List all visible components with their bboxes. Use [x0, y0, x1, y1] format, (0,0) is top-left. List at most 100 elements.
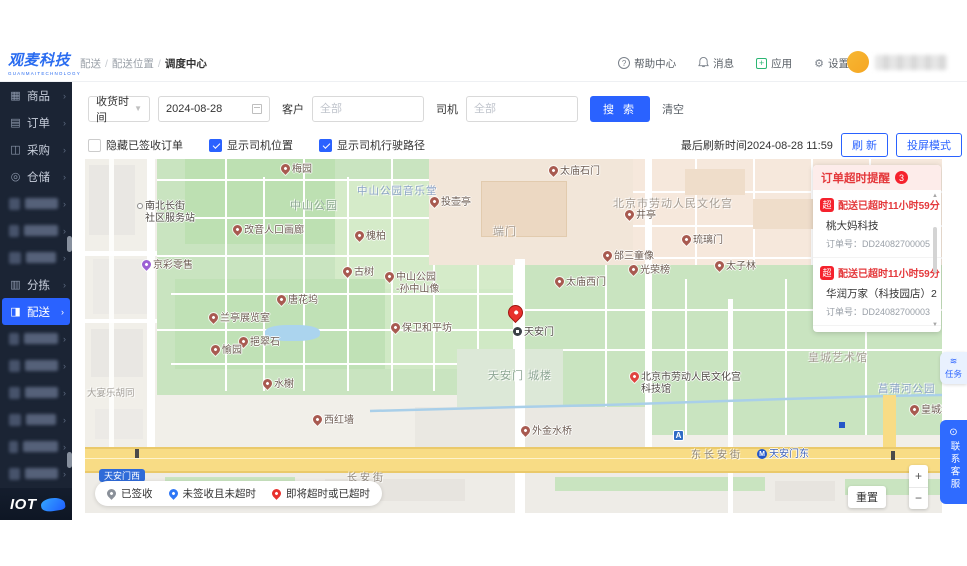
- bell-action[interactable]: 消息: [698, 56, 734, 71]
- time-type-select[interactable]: 收货时间 ▼: [88, 95, 150, 124]
- sidebar-item-采购[interactable]: ◫ 采购 ›: [0, 136, 72, 163]
- show-driver-location-checkbox[interactable]: 显示司机位置: [209, 137, 293, 153]
- hide-signed-checkbox[interactable]: 隐藏已签收订单: [88, 137, 183, 153]
- date-input[interactable]: 2024-08-28: [158, 95, 270, 122]
- sidebar-item-masked[interactable]: ›: [0, 433, 72, 460]
- legend-item: 即将超时或已超时: [270, 486, 370, 501]
- map-poi[interactable]: 北京市劳动人民文化宫 科技馆: [628, 370, 741, 395]
- sidebar-item-订单[interactable]: ▤ 订单 ›: [0, 109, 72, 136]
- sidebar-item-masked[interactable]: ›: [0, 460, 72, 487]
- scroll-down-icon[interactable]: ▼: [931, 322, 939, 328]
- map-area-label: 端门: [493, 226, 517, 238]
- masked-label: [25, 360, 58, 371]
- poi-pin-icon: [513, 327, 522, 336]
- overdue-order-item[interactable]: 超配送已超时11小时59分 华润万家（科技园店）2 订单号：DD2408270000…: [813, 258, 941, 326]
- chevron-right-icon: ›: [63, 468, 66, 479]
- map-reset-button[interactable]: 重置: [848, 486, 886, 508]
- map-area-label: 北京市劳动人民文化宫: [613, 198, 733, 210]
- tasks-panel-button[interactable]: ≋ 任务: [940, 352, 967, 384]
- poi-pin-icon: [137, 203, 143, 209]
- poi-pin-icon: [311, 413, 324, 426]
- poi-label: 唐花坞: [288, 295, 318, 306]
- zoom-in-button[interactable]: +: [909, 465, 928, 488]
- contact-support-button[interactable]: ⊙ 联系客服: [940, 420, 967, 504]
- user-menu[interactable]: [847, 51, 947, 73]
- overdue-order-item[interactable]: 超配送已超时11小时59分 桃大妈科技 订单号：DD24082700005: [813, 190, 941, 258]
- breadcrumb-item[interactable]: 配送位置: [112, 58, 154, 70]
- map-area-label: 大宴乐胡同: [87, 388, 135, 399]
- filter-bar: 收货时间 ▼ 2024-08-28 客户 司机 搜 索 清空: [88, 95, 961, 124]
- map-area-label: 东长安街: [691, 450, 743, 461]
- overdue-order-item[interactable]: 超剩余0分华润万家（科技园店）2: [813, 326, 941, 332]
- sidebar-item-masked[interactable]: ›: [0, 244, 72, 271]
- action-label: 应用: [771, 57, 793, 70]
- map-toolbar: 隐藏已签收订单 显示司机位置 显示司机行驶路径 最后刷新时间2024-08-28…: [88, 133, 962, 157]
- help-action[interactable]: ? 帮助中心: [618, 56, 676, 71]
- poi-label: 古树: [354, 267, 374, 278]
- scroll-up-icon[interactable]: ▲: [931, 193, 939, 199]
- sidebar-item-masked[interactable]: ›: [0, 190, 72, 217]
- clear-button[interactable]: 清空: [662, 101, 684, 117]
- sidebar-item-masked[interactable]: ›: [0, 352, 72, 379]
- sidebar-item-商品[interactable]: ▦ 商品 ›: [0, 82, 72, 109]
- delivery-marker[interactable]: [506, 303, 525, 322]
- masked-icon: [9, 332, 20, 345]
- legend-pin-icon: [166, 487, 180, 500]
- customer-name: 桃大妈科技: [826, 220, 879, 232]
- map-area-label: 菖蒲河公园: [878, 383, 936, 395]
- masked-label: [24, 387, 58, 398]
- chevron-right-icon: ›: [63, 171, 66, 182]
- poi-pin-icon: [428, 195, 441, 208]
- masked-label: [24, 333, 58, 344]
- checkbox-icon[interactable]: [209, 138, 222, 152]
- sidebar-item-label: 商品: [27, 90, 50, 103]
- poi-pin-icon: [908, 403, 921, 416]
- sidebar-footer-logo: IOT: [0, 488, 72, 520]
- search-button[interactable]: 搜 索: [590, 95, 651, 122]
- chevron-right-icon: ›: [63, 252, 66, 263]
- poi-label: 光荣榜: [640, 265, 670, 276]
- map-poi: 中山公园 -孙中山像: [383, 270, 439, 295]
- driver-input[interactable]: [466, 95, 578, 122]
- map-poi: 皇城墙: [908, 403, 942, 417]
- map-canvas[interactable]: 中山公园 中山公园音乐堂 北京市劳动人民文化宫 端门 天安门 城楼 皇城艺术馆 菖蒲河公园东…: [85, 159, 942, 513]
- scrollbar-thumb[interactable]: [933, 227, 937, 273]
- chevron-right-icon: ›: [63, 333, 66, 344]
- panel-scrollbar[interactable]: ▲ ▼: [931, 193, 939, 328]
- sidebar-item-label: 订单: [27, 117, 50, 130]
- gear-action[interactable]: ⚙ 设置: [814, 56, 849, 71]
- sidebar-item-分拣[interactable]: ▥ 分拣 ›: [0, 271, 72, 298]
- cast-mode-button[interactable]: 投屏模式: [896, 133, 962, 157]
- checkbox-icon[interactable]: [319, 138, 332, 152]
- poi-pin-icon: [383, 270, 396, 283]
- show-driver-route-checkbox[interactable]: 显示司机行驶路径: [319, 137, 425, 153]
- poi-label: 外金水桥: [532, 426, 572, 437]
- sidebar: ▦ 商品 › ▤ 订单 › ◫ 采购 › ◎ 仓储 › › › › ▥ 分拣 › ◨ 配送 › › › › › › › IOT: [0, 82, 72, 520]
- avatar[interactable]: [847, 51, 869, 73]
- zoom-out-button[interactable]: −: [909, 488, 928, 510]
- refresh-button[interactable]: 刷 新: [840, 133, 888, 157]
- sidebar-item-masked[interactable]: ›: [0, 379, 72, 406]
- checkbox-icon[interactable]: [88, 138, 101, 152]
- legend-label: 已签收: [121, 488, 153, 500]
- map-poi: 唐花坞: [275, 293, 318, 307]
- sidebar-item-masked[interactable]: ›: [0, 325, 72, 352]
- poi-label: 投壶亭: [441, 197, 471, 208]
- legend-label: 未签收且未超时: [182, 488, 257, 500]
- sidebar-item-仓储[interactable]: ◎ 仓储 ›: [0, 163, 72, 190]
- legend-item: 未签收且未超时: [166, 486, 257, 501]
- bell-icon: [698, 56, 709, 71]
- map-poi: 西红墙: [311, 413, 354, 427]
- sidebar-item-配送[interactable]: ◨ 配送 ›: [2, 298, 70, 325]
- sidebar-item-masked[interactable]: ›: [0, 217, 72, 244]
- masked-label: [23, 441, 58, 452]
- apps-action[interactable]: + 应用: [756, 56, 792, 71]
- customer-input[interactable]: [312, 95, 424, 122]
- sidebar-item-masked[interactable]: ›: [0, 406, 72, 433]
- tasks-label: 任务: [944, 368, 962, 379]
- map-poi: 琉璃门: [680, 233, 723, 247]
- poi-pin-icon: [389, 321, 402, 334]
- breadcrumb-separator: /: [157, 58, 161, 70]
- logo[interactable]: 观麦科技 GUANMAITECHNOLOGY: [8, 49, 88, 76]
- breadcrumb-item[interactable]: 配送: [80, 58, 101, 70]
